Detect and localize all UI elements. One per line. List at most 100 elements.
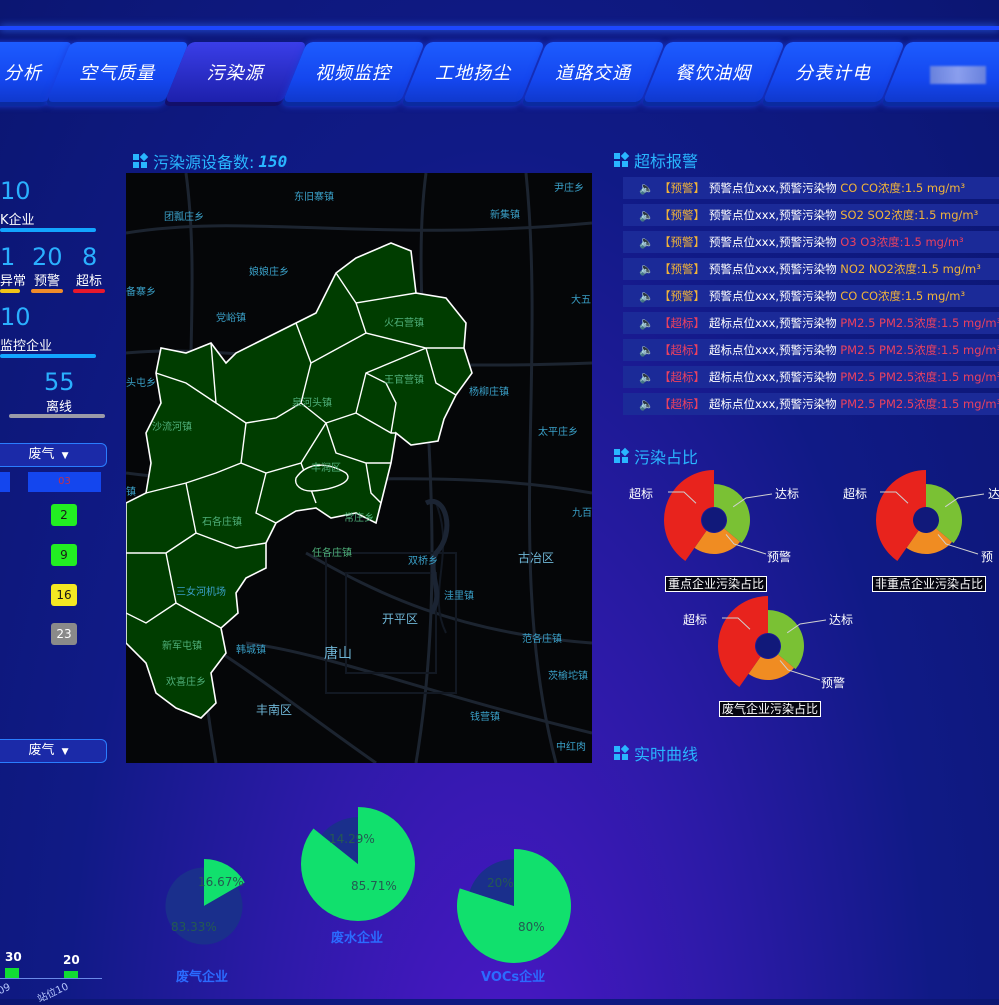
alarm-tag: 【预警】 bbox=[659, 208, 705, 222]
offline-label: 离线 bbox=[46, 400, 73, 415]
pollutant-type-dropdown-2[interactable]: 废气 ▼ bbox=[0, 739, 107, 763]
alarm-detail: SO2 SO2浓度:1.5 mg/m³ bbox=[840, 208, 979, 222]
alarm-text: 预警点位xxx,预警污染物 bbox=[709, 289, 837, 303]
donut-leader-line bbox=[732, 493, 773, 508]
donut-segment bbox=[663, 470, 714, 561]
mini-bar-label-1: 09 bbox=[0, 981, 13, 998]
pie-slice bbox=[300, 807, 415, 921]
donut1-over-label: 超标 bbox=[629, 487, 654, 501]
count-badge-green-a: 2 bbox=[51, 504, 77, 526]
donut-segment bbox=[694, 528, 741, 554]
pie1-value-label-a: 16.67% bbox=[198, 875, 244, 889]
alarm-row[interactable]: 🔈 【超标】 超标点位xxx,预警污染物 PM2.5 PM2.5浓度:1.5 mg/… bbox=[623, 312, 999, 334]
alarm-tag: 【预警】 bbox=[659, 181, 705, 195]
alarm-row[interactable]: 🔈 【超标】 超标点位xxx,预警污染物 PM2.5 PM2.5浓度:1.5 mg/… bbox=[623, 393, 999, 415]
key-enterprise-bar bbox=[0, 228, 96, 232]
donut2-caption: 非重点企业污染占比 bbox=[872, 576, 987, 592]
top-glow-line bbox=[0, 26, 999, 30]
alarm-row[interactable]: 🔈 【超标】 超标点位xxx,预警污染物 PM2.5 PM2.5浓度:1.5 mg/… bbox=[623, 339, 999, 361]
top-nav: 分析 空气质量 污染源 视频监控 工地扬尘 道路交通 餐饮油烟 分表计电 bbox=[0, 42, 999, 108]
donut1-warn-label: 预警 bbox=[767, 550, 792, 564]
abnormal-count: 1 bbox=[0, 243, 16, 271]
offline-count: 55 bbox=[44, 368, 75, 396]
district-map[interactable]: 尹庄乡 东旧寨镇 团瓢庄乡 新集镇 娘娘庄乡 备寨乡 党峪镇 大五 火石营镇 头… bbox=[126, 173, 592, 763]
alarm-tag: 【超标】 bbox=[659, 343, 705, 357]
mini-bar-value-1: 30 bbox=[5, 950, 22, 964]
warning-label: 预警 bbox=[34, 274, 61, 289]
monitored-enterprise-bar bbox=[0, 354, 96, 358]
alarm-detail: PM2.5 PM2.5浓度:1.5 mg/m³ bbox=[840, 316, 999, 330]
alarm-row[interactable]: 🔈 【预警】 预警点位xxx,预警污染物 SO2 SO2浓度:1.5 mg/m³ bbox=[623, 204, 999, 226]
alarm-section-title: 超标报警 bbox=[614, 148, 698, 172]
pie3-caption: VOCs企业 bbox=[481, 970, 546, 985]
donut-hole bbox=[702, 508, 726, 532]
donut-leader-line bbox=[880, 491, 909, 504]
dashboard-icon bbox=[614, 151, 630, 167]
pie3-value-label-b: 20% bbox=[487, 876, 514, 890]
alarm-row[interactable]: 🔈 【预警】 预警点位xxx,预警污染物 CO CO浓度:1.5 mg/m³ bbox=[623, 285, 999, 307]
mini-bar-2 bbox=[64, 971, 78, 978]
mini-bar-value-2: 20 bbox=[63, 953, 80, 967]
pie2-value-label-b: 14.29% bbox=[329, 832, 375, 846]
donut-leader-line bbox=[786, 619, 827, 634]
alarm-text: 预警点位xxx,预警污染物 bbox=[709, 262, 837, 276]
over-limit-bar bbox=[73, 289, 105, 293]
pie1-caption: 废气企业 bbox=[176, 970, 229, 985]
tab-site-dust[interactable]: 工地扬尘 bbox=[401, 42, 545, 106]
alarm-tag: 【超标】 bbox=[659, 370, 705, 384]
monitored-enterprise-total: 10 bbox=[0, 303, 31, 331]
speaker-icon: 🔈 bbox=[639, 235, 654, 249]
mini-bar-1 bbox=[5, 968, 19, 978]
alarm-row[interactable]: 🔈 【预警】 预警点位xxx,预警污染物 CO CO浓度:1.5 mg/m³ bbox=[623, 177, 999, 199]
left-tab-cell-b[interactable]: 03 bbox=[28, 472, 101, 492]
alarm-tag: 【预警】 bbox=[659, 289, 705, 303]
donut2-ok-label: 达 bbox=[988, 487, 999, 501]
donut-hole bbox=[914, 508, 938, 532]
abnormal-bar bbox=[0, 289, 20, 293]
alarm-detail: O3 O3浓度:1.5 mg/m³ bbox=[840, 235, 964, 249]
warning-count: 20 bbox=[32, 243, 63, 271]
dashboard-icon bbox=[614, 447, 630, 463]
donut3-over-label: 超标 bbox=[683, 613, 708, 627]
abnormal-label: 异常 bbox=[0, 274, 27, 289]
alarm-row[interactable]: 🔈 【超标】 超标点位xxx,预警污染物 PM2.5 PM2.5浓度:1.5 mg/… bbox=[623, 366, 999, 388]
pie3-value-label-a: 80% bbox=[518, 920, 545, 934]
donut1-ok-label: 达标 bbox=[775, 487, 800, 501]
left-tab-cell-a[interactable] bbox=[0, 472, 10, 492]
alarm-tag: 【超标】 bbox=[659, 397, 705, 411]
tab-sub-metering[interactable]: 分表计电 bbox=[761, 42, 905, 106]
donut3-warn-label: 预警 bbox=[821, 676, 846, 690]
offline-bar bbox=[9, 414, 105, 418]
tab-catering-fume[interactable]: 餐饮油烟 bbox=[641, 42, 785, 106]
alarm-text: 超标点位xxx,预警污染物 bbox=[709, 343, 837, 357]
donut-hole bbox=[756, 634, 780, 658]
tab-video-monitor[interactable]: 视频监控 bbox=[281, 42, 425, 106]
count-badge-green-b: 9 bbox=[51, 544, 77, 566]
donut-segment bbox=[718, 596, 768, 687]
tab-road-traffic[interactable]: 道路交通 bbox=[521, 42, 665, 106]
donut-leader-line bbox=[722, 617, 751, 630]
alarm-row[interactable]: 🔈 【预警】 预警点位xxx,预警污染物 NO2 NO2浓度:1.5 mg/m³ bbox=[623, 258, 999, 280]
donut2-warn-label: 预 bbox=[981, 550, 994, 564]
chevron-down-icon: ▼ bbox=[61, 747, 69, 757]
speaker-icon: 🔈 bbox=[639, 343, 654, 357]
speaker-icon: 🔈 bbox=[639, 262, 654, 276]
pie2-caption: 废水企业 bbox=[331, 931, 384, 946]
alarm-row[interactable]: 🔈 【预警】 预警点位xxx,预警污染物 O3 O3浓度:1.5 mg/m³ bbox=[623, 231, 999, 253]
ratio-section-title: 污染占比 bbox=[614, 444, 698, 468]
count-badge-yellow: 16 bbox=[51, 584, 77, 606]
alarm-text: 预警点位xxx,预警污染物 bbox=[709, 181, 837, 195]
over-limit-label: 超标 bbox=[76, 274, 103, 289]
realtime-section-title: 实时曲线 bbox=[614, 741, 698, 765]
donut-segment bbox=[926, 484, 962, 544]
alarm-text: 超标点位xxx,预警污染物 bbox=[709, 316, 837, 330]
alarm-detail: NO2 NO2浓度:1.5 mg/m³ bbox=[840, 262, 981, 276]
alarm-detail: CO CO浓度:1.5 mg/m³ bbox=[840, 181, 966, 195]
device-count: 150 bbox=[258, 151, 288, 171]
speaker-icon: 🔈 bbox=[639, 316, 654, 330]
count-badge-gray: 23 bbox=[51, 623, 77, 645]
pollutant-type-dropdown[interactable]: 废气 ▼ bbox=[0, 443, 107, 467]
alarm-tag: 【预警】 bbox=[659, 262, 705, 276]
donut-leader-line bbox=[937, 534, 979, 555]
key-enterprise-label: K企业 bbox=[0, 213, 35, 228]
